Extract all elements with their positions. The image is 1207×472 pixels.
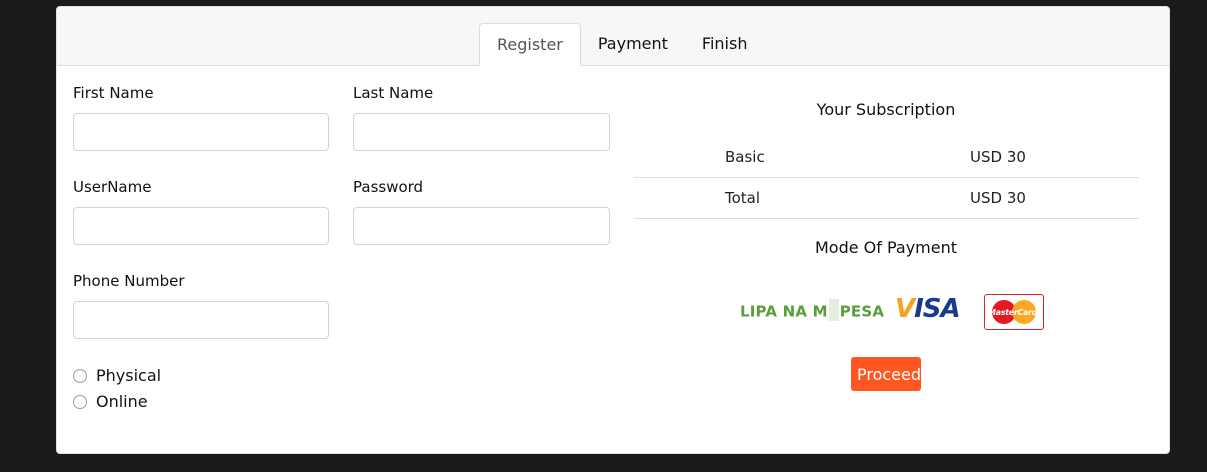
phone-number-field[interactable]	[73, 301, 329, 339]
radio-option-physical[interactable]: Physical	[73, 366, 161, 385]
password-field[interactable]	[353, 207, 610, 245]
tab-payment[interactable]: Payment	[581, 23, 685, 65]
visa-logo[interactable]: VISA	[895, 294, 961, 324]
first-name-label: First Name	[73, 84, 154, 102]
phone-number-label: Phone Number	[73, 272, 185, 290]
username-label: UserName	[73, 178, 152, 196]
online-radio-label: Online	[96, 392, 148, 411]
mastercard-logo-text: MasterCard	[988, 308, 1038, 317]
mpesa-logo[interactable]: LIPA NA M PESA	[740, 299, 884, 323]
tab-register[interactable]: Register	[479, 23, 581, 66]
password-label: Password	[353, 178, 424, 196]
subscription-total-row: Total USD 30	[634, 178, 1139, 219]
radio-option-online[interactable]: Online	[73, 392, 148, 411]
tab-finish[interactable]: Finish	[685, 23, 765, 65]
payment-mode-title: Mode Of Payment	[814, 238, 958, 257]
proceed-button[interactable]: Proceed	[851, 357, 921, 391]
registration-card: Register Payment Finish First Name Last …	[56, 6, 1170, 454]
physical-radio-label: Physical	[96, 366, 162, 385]
total-price: USD 30	[970, 189, 1026, 207]
last-name-label: Last Name	[353, 84, 434, 102]
card-header: Register Payment Finish	[57, 7, 1169, 66]
online-radio[interactable]	[73, 394, 87, 409]
mastercard-logo[interactable]: MasterCard	[984, 294, 1044, 330]
first-name-field[interactable]	[73, 113, 329, 151]
subscription-title: Your Subscription	[816, 100, 956, 119]
plan-price: USD 30	[970, 148, 1026, 166]
total-label: Total	[725, 189, 761, 207]
physical-radio[interactable]	[73, 368, 87, 383]
username-field[interactable]	[73, 207, 329, 245]
last-name-field[interactable]	[353, 113, 610, 151]
plan-name: Basic	[725, 148, 765, 166]
subscription-row: Basic USD 30	[634, 137, 1139, 178]
wizard-tabs: Register Payment Finish	[479, 23, 765, 66]
